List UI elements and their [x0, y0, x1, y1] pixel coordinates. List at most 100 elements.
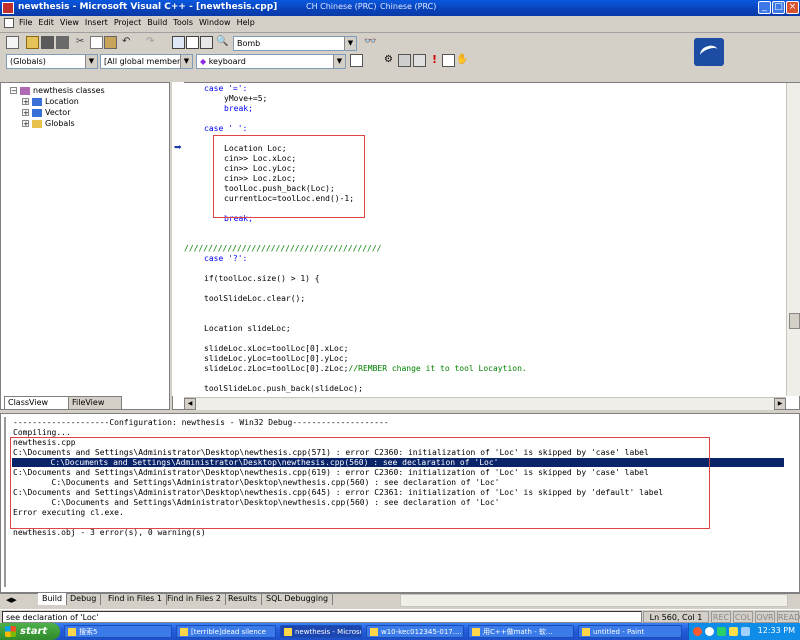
tray-icon[interactable] [693, 627, 702, 636]
output-tab-find-in-files-2[interactable]: Find in Files 2 [163, 593, 226, 605]
taskbar-item[interactable]: untitled - Paint [578, 625, 682, 638]
windows-logo-icon [5, 626, 16, 637]
cursor-position: Ln 560, Col 1 [643, 611, 709, 623]
find-in-files-icon[interactable]: 🔍 [216, 36, 229, 49]
output-tab-build[interactable]: Build [38, 593, 68, 605]
editor-vertical-scrollbar[interactable] [786, 83, 800, 396]
menu-help[interactable]: Help [234, 16, 258, 27]
class-scope-arrow-icon[interactable]: ▼ [85, 55, 97, 68]
tree-item-globals[interactable]: + Globals [22, 119, 75, 128]
output-window-icon[interactable] [186, 36, 199, 49]
menu-edit[interactable]: Edit [35, 16, 57, 27]
save-all-icon[interactable] [56, 36, 69, 49]
language-name[interactable]: Chinese (PRC) [380, 2, 436, 11]
build-icon[interactable] [398, 54, 411, 67]
paste-icon[interactable] [104, 36, 117, 49]
output-line[interactable]: Compiling... [13, 428, 71, 437]
tree-root[interactable]: − newthesis classes [10, 86, 105, 95]
stop-build-icon[interactable] [413, 54, 426, 67]
class-scope-combo[interactable]: (Globals) ▼ [6, 54, 98, 69]
code-line: slideLoc.xLoc=toolLoc[0].xLoc; [204, 344, 349, 353]
redo-icon[interactable]: ↷ [146, 36, 159, 49]
expand-icon[interactable]: + [22, 109, 29, 117]
output-tab-sql-debugging[interactable]: SQL Debugging [262, 593, 334, 605]
output-line[interactable]: newthesis.obj - 3 error(s), 0 warning(s) [13, 528, 206, 537]
editor-horizontal-scrollbar[interactable]: ◀ ▶ [184, 397, 786, 410]
breakpoint-hand-icon[interactable]: ✋ [456, 54, 469, 67]
close-icon[interactable]: × [786, 1, 799, 14]
code-line: case '=': [204, 84, 247, 93]
function-combo-arrow-icon[interactable]: ▼ [333, 55, 345, 68]
workspace-icon[interactable] [172, 36, 185, 49]
code-line: toolSlideLoc.push_back(slideLoc); [204, 384, 363, 393]
taskbar-item[interactable]: w10-kec012345-017.... [366, 625, 464, 638]
taskbar-item[interactable]: 搜索5 [64, 625, 172, 638]
collapse-icon[interactable]: − [10, 87, 17, 95]
scroll-thumb[interactable] [789, 313, 800, 329]
class-icon [32, 108, 42, 117]
code-line: slideLoc.yLoc=toolLoc[0].yLoc; [204, 354, 349, 363]
menu-window[interactable]: Window [196, 16, 234, 27]
cut-icon[interactable]: ✂ [76, 36, 89, 49]
members-combo-arrow-icon[interactable]: ▼ [180, 55, 192, 68]
expand-icon[interactable]: + [22, 98, 29, 106]
menu-view[interactable]: View [57, 16, 82, 27]
code-text: toolSlideLoc.push_back(slideLoc); [204, 384, 363, 393]
menu-tools[interactable]: Tools [170, 16, 196, 27]
tray-icon[interactable] [705, 627, 714, 636]
compile-icon[interactable]: ⚙ [384, 54, 397, 67]
menu-file[interactable]: File [16, 16, 35, 27]
code-text: Location slideLoc; [204, 324, 291, 333]
wizard-toolbar: (Globals) ▼ [All global members ▼ ◆ keyb… [0, 53, 800, 69]
start-button[interactable]: start [0, 623, 60, 640]
wizard-action-icon[interactable] [350, 54, 363, 67]
search-binoculars-icon[interactable]: 👓 [364, 36, 377, 49]
minimize-icon[interactable]: _ [758, 1, 771, 14]
window-list-icon[interactable] [200, 36, 213, 49]
taskbar-item-label: 用C++做math - 软... [483, 628, 553, 636]
find-combo-arrow-icon[interactable]: ▼ [344, 37, 356, 50]
save-icon[interactable] [41, 36, 54, 49]
document-icon[interactable] [4, 18, 14, 28]
taskbar-item[interactable]: newthesis - Microsoft... [280, 625, 362, 638]
scroll-left-icon[interactable]: ◀ [184, 398, 196, 410]
app-icon[interactable] [2, 2, 14, 14]
open-folder-icon[interactable] [26, 36, 39, 49]
maximize-icon[interactable]: □ [772, 1, 785, 14]
execute-icon[interactable]: ! [428, 54, 441, 67]
scroll-right-icon[interactable]: ▶ [774, 398, 786, 410]
tab-classview[interactable]: ClassView [4, 396, 70, 410]
status-col: COL [733, 611, 753, 623]
clock[interactable]: 12:33 PM [758, 626, 795, 635]
go-icon[interactable] [442, 54, 455, 67]
output-horizontal-scrollbar[interactable] [400, 594, 788, 607]
output-tab-debug[interactable]: Debug [66, 593, 102, 605]
taskbar-item[interactable]: [terrible]dead silence [176, 625, 276, 638]
tab-fileview[interactable]: FileView [68, 396, 122, 410]
tab-scroll-icon[interactable]: ◀▶ [6, 596, 17, 604]
tree-item-location[interactable]: + Location [22, 97, 79, 106]
taskbar-item[interactable]: 用C++做math - 软... [468, 625, 574, 638]
output-tab-find-in-files-1[interactable]: Find in Files 1 [104, 593, 167, 605]
undo-icon[interactable]: ↶ [122, 36, 135, 49]
tray-icon[interactable] [717, 627, 726, 636]
code-line: yMove+=5; [224, 94, 267, 103]
tray-icon[interactable] [729, 627, 738, 636]
output-tab-results[interactable]: Results [224, 593, 262, 605]
new-file-icon[interactable] [6, 36, 19, 49]
menu-project[interactable]: Project [111, 16, 144, 27]
tree-item-vector[interactable]: + Vector [22, 108, 71, 117]
function-combo[interactable]: ◆ keyboard ▼ [196, 54, 346, 69]
volume-icon[interactable] [741, 627, 750, 636]
expand-icon[interactable]: + [22, 120, 29, 128]
code-line: ////////////////////////////////////////… [184, 244, 381, 253]
find-combo[interactable]: Bomb ▼ [233, 36, 357, 51]
menu-build[interactable]: Build [144, 16, 170, 27]
members-combo[interactable]: [All global members ▼ [100, 54, 193, 69]
code-text: case '=': [204, 84, 248, 93]
menu-insert[interactable]: Insert [82, 16, 111, 27]
copy-icon[interactable] [90, 36, 103, 49]
tree-root-label: newthesis classes [33, 86, 105, 95]
language-indicator[interactable]: CH Chinese (PRC) [306, 2, 376, 11]
output-line[interactable]: --------------------Configuration: newth… [13, 418, 389, 427]
